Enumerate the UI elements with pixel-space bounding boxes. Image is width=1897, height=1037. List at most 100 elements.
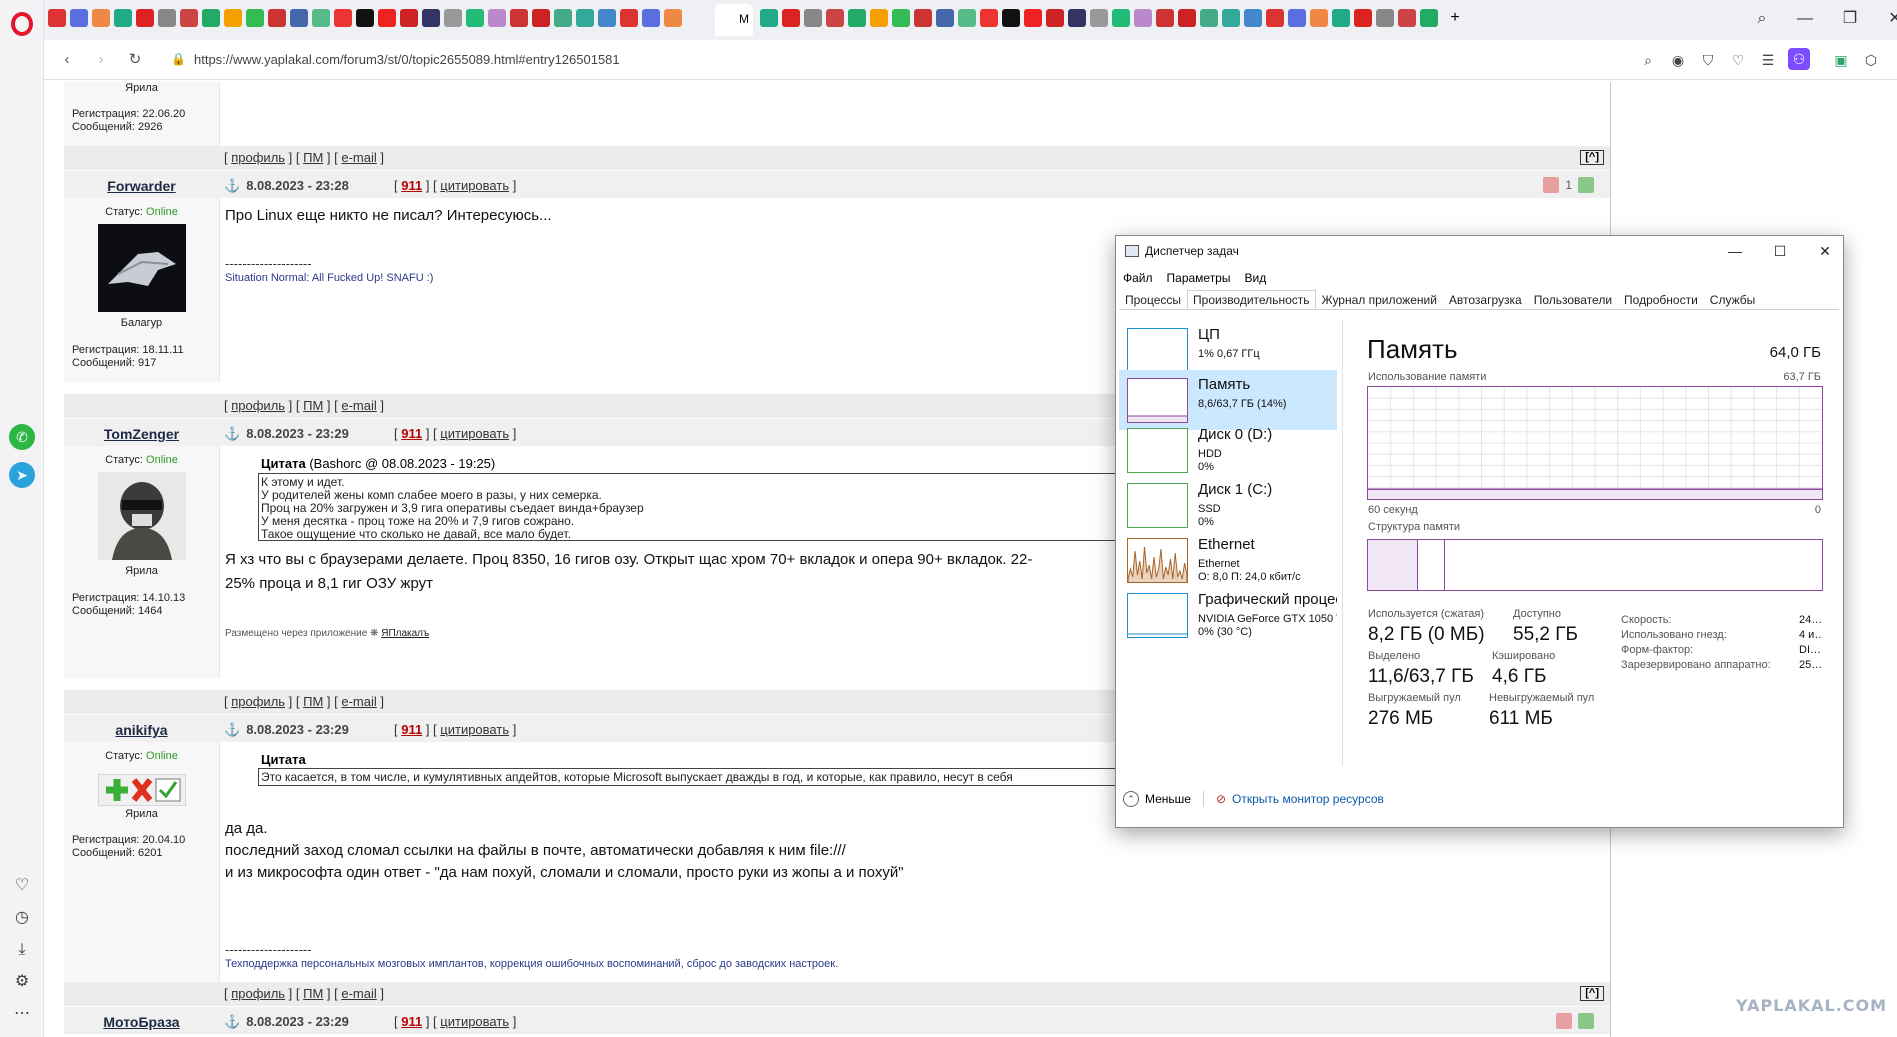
pinned-tab-icon[interactable] [848, 9, 866, 27]
karma-value[interactable]: 911 [401, 178, 422, 193]
pm-link[interactable]: ПМ [303, 398, 323, 413]
history-icon[interactable]: ◷ [12, 908, 32, 928]
karma-value[interactable]: 911 [401, 426, 422, 441]
app-link[interactable]: ЯПлакалъ [381, 628, 429, 639]
profile-link[interactable]: профиль [231, 150, 285, 165]
email-link[interactable]: e-mail [341, 986, 376, 1001]
post-author[interactable]: МотоБраза [64, 1014, 219, 1030]
more-icon[interactable]: ⋯ [12, 1004, 32, 1024]
pinned-tab-icon[interactable] [870, 9, 888, 27]
forward-icon[interactable]: › [90, 49, 112, 71]
pinned-tab-icon[interactable] [892, 9, 910, 27]
email-link[interactable]: e-mail [341, 694, 376, 709]
email-link[interactable]: e-mail [341, 150, 376, 165]
snapshot-icon[interactable]: ◉ [1669, 51, 1687, 69]
pinned-tab-icon[interactable] [378, 9, 396, 27]
task-manager-titlebar[interactable]: Диспетчер задач — ☐ ✕ [1116, 236, 1843, 266]
karma-value[interactable]: 911 [401, 1014, 422, 1029]
zoom-icon[interactable]: ⌕ [1639, 51, 1657, 69]
profile-link[interactable]: профиль [231, 986, 285, 1001]
bookmark-heart-icon[interactable]: ♡ [1729, 51, 1747, 69]
opera-logo-icon[interactable] [11, 12, 33, 36]
menu-options[interactable]: Параметры [1167, 271, 1231, 285]
pinned-tab-icon[interactable] [488, 9, 506, 27]
new-tab-button[interactable]: + [1446, 9, 1464, 27]
pinned-tab-icon[interactable] [1068, 9, 1086, 27]
tab-performance[interactable]: Производительность [1187, 290, 1316, 309]
chevron-up-icon[interactable]: ⌃ [1123, 791, 1139, 807]
post-author[interactable]: Forwarder [64, 178, 219, 194]
tab-services[interactable]: Службы [1704, 290, 1761, 309]
pinned-tab-icon[interactable] [224, 9, 242, 27]
pinned-tab-icon[interactable] [576, 9, 594, 27]
pinned-tab-icon[interactable] [290, 9, 308, 27]
pinned-tab-icon[interactable] [914, 9, 932, 27]
anchor-icon[interactable]: ⚓ [224, 426, 240, 441]
anchor-icon[interactable]: ⚓ [224, 1014, 240, 1029]
heart-icon[interactable]: ♡ [12, 876, 32, 896]
quote-link[interactable]: цитировать [440, 178, 509, 193]
pinned-tab-icon[interactable] [268, 9, 286, 27]
profile-link[interactable]: профиль [231, 694, 285, 709]
pinned-tab-icon[interactable] [92, 9, 110, 27]
pm-link[interactable]: ПМ [303, 694, 323, 709]
pinned-tab-icon[interactable] [1178, 9, 1196, 27]
reload-icon[interactable]: ↻ [124, 49, 146, 71]
pinned-tab-icon[interactable] [804, 9, 822, 27]
resource-disk-0[interactable]: Диск 0 (D:) HDD 0% [1119, 420, 1337, 480]
pinned-tab-icon[interactable] [1024, 9, 1042, 27]
pinned-tab-icon[interactable] [1156, 9, 1174, 27]
search-tabs-icon[interactable]: ⌕ [1747, 8, 1777, 30]
pinned-tab-icon[interactable] [980, 9, 998, 27]
pinned-tab-icon[interactable] [444, 9, 462, 27]
pinned-tab-icon[interactable] [466, 9, 484, 27]
tab-processes[interactable]: Процессы [1119, 290, 1187, 309]
pinned-tab-icon[interactable] [334, 9, 352, 27]
close-button[interactable]: ✕ [1880, 8, 1897, 30]
tab-startup[interactable]: Автозагрузка [1443, 290, 1528, 309]
pinned-tab-icon[interactable] [760, 9, 778, 27]
pinned-tab-icon[interactable] [1288, 9, 1306, 27]
cube-icon[interactable]: ⬡ [1862, 51, 1880, 69]
karma-value[interactable]: 911 [401, 722, 422, 737]
pinned-tab-icon[interactable] [1090, 9, 1108, 27]
maximize-button[interactable]: ☐ [1765, 240, 1795, 262]
tab-details[interactable]: Подробности [1618, 290, 1704, 309]
pinned-tab-icon[interactable] [1244, 9, 1262, 27]
pinned-tab-icon[interactable] [158, 9, 176, 27]
pinned-tab-icon[interactable] [510, 9, 528, 27]
menu-view[interactable]: Вид [1244, 271, 1266, 285]
pinned-tab-icon[interactable] [826, 9, 844, 27]
resource-gpu[interactable]: Графический процессор NVIDIA GeForce GTX… [1119, 585, 1337, 645]
resource-ethernet[interactable]: Ethernet Ethernet О: 8,0 П: 24,0 кбит/с [1119, 530, 1337, 590]
pinned-tab-icon[interactable] [114, 9, 132, 27]
pinned-tab-icon[interactable] [1134, 9, 1152, 27]
whatsapp-icon[interactable]: ✆ [9, 424, 35, 450]
url-field[interactable]: https://www.yaplakal.com/forum3/st/0/top… [194, 52, 620, 67]
quote-link[interactable]: цитировать [440, 426, 509, 441]
vote-up-icon[interactable] [1578, 177, 1594, 193]
profile-link[interactable]: профиль [231, 398, 285, 413]
shield-icon[interactable]: ⛉ [1699, 51, 1717, 69]
pinned-tab-icon[interactable] [620, 9, 638, 27]
close-button[interactable]: ✕ [1810, 240, 1840, 262]
anchor-icon[interactable]: ⚓ [224, 722, 240, 737]
pinned-tab-icon[interactable] [312, 9, 330, 27]
vote-down-icon[interactable] [1556, 1013, 1572, 1029]
pinned-tab-icon[interactable] [422, 9, 440, 27]
pm-link[interactable]: ПМ [303, 986, 323, 1001]
pinned-tab-icon[interactable] [1420, 9, 1438, 27]
settings-icon[interactable]: ⚙ [12, 972, 32, 992]
email-link[interactable]: e-mail [341, 398, 376, 413]
pinned-tab-icon[interactable] [936, 9, 954, 27]
pinned-tab-icon[interactable] [1222, 9, 1240, 27]
post-author[interactable]: anikifya [64, 722, 219, 738]
pm-link[interactable]: ПМ [303, 150, 323, 165]
pinned-tab-icon[interactable] [664, 9, 682, 27]
pinned-tab-icon[interactable] [136, 9, 154, 27]
anchor-icon[interactable]: ⚓ [224, 178, 240, 193]
pinned-tab-icon[interactable] [1332, 9, 1350, 27]
pinned-tab-icon[interactable] [782, 9, 800, 27]
fewer-details-button[interactable]: Меньше [1145, 792, 1191, 806]
pinned-tab-icon[interactable] [48, 9, 66, 27]
